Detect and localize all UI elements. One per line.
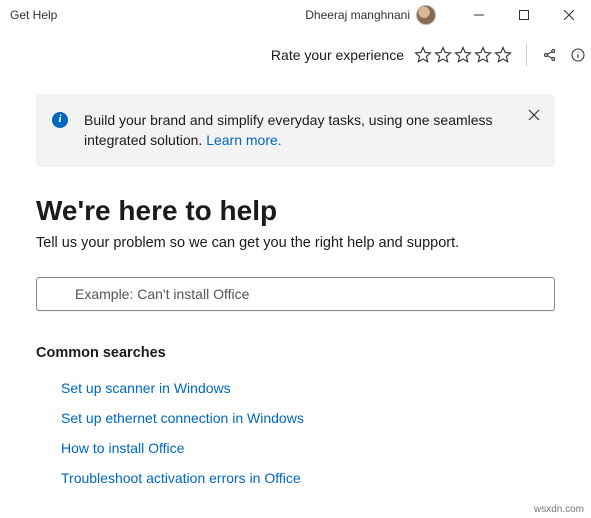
common-search-item[interactable]: How to install Office	[36, 433, 555, 463]
watermark: wsxdn.com	[531, 503, 587, 516]
banner-text: Build your brand and simplify everyday t…	[84, 112, 493, 148]
divider	[526, 44, 527, 66]
search-input[interactable]	[73, 285, 544, 303]
common-searches-title: Common searches	[36, 345, 555, 361]
star-icon[interactable]	[474, 46, 492, 64]
page-content: i Build your brand and simplify everyday…	[0, 94, 591, 493]
app-title: Get Help	[10, 8, 57, 22]
search-icon	[36, 379, 51, 397]
promo-banner: i Build your brand and simplify everyday…	[36, 94, 555, 167]
common-search-label: Set up ethernet connection in Windows	[61, 410, 304, 426]
star-icon[interactable]	[434, 46, 452, 64]
avatar	[416, 5, 436, 25]
share-icon[interactable]	[541, 47, 559, 63]
common-search-item[interactable]: Set up scanner in Windows	[36, 373, 555, 403]
user-account[interactable]: Dheeraj manghnani	[305, 5, 436, 25]
search-icon	[36, 439, 51, 457]
common-searches-list: Set up scanner in Windows Set up etherne…	[36, 373, 555, 493]
maximize-button[interactable]	[501, 0, 546, 30]
banner-close-button[interactable]	[525, 106, 543, 124]
window-controls	[456, 0, 591, 30]
minimize-button[interactable]	[456, 0, 501, 30]
star-icon[interactable]	[414, 46, 432, 64]
close-button[interactable]	[546, 0, 591, 30]
search-box[interactable]	[36, 277, 555, 311]
user-name: Dheeraj manghnani	[305, 8, 410, 22]
learn-more-link[interactable]: Learn more.	[206, 132, 281, 148]
rating-stars[interactable]	[414, 46, 512, 64]
page-headline: We're here to help	[36, 195, 555, 227]
star-icon[interactable]	[494, 46, 512, 64]
page-subhead: Tell us your problem so we can get you t…	[36, 235, 555, 251]
search-icon	[36, 409, 51, 427]
search-icon	[36, 469, 51, 487]
common-search-label: How to install Office	[61, 440, 184, 456]
title-bar: Get Help Dheeraj manghnani	[0, 0, 591, 30]
rate-label: Rate your experience	[271, 47, 404, 63]
common-search-item[interactable]: Troubleshoot activation errors in Office	[36, 463, 555, 493]
common-search-item[interactable]: Set up ethernet connection in Windows	[36, 403, 555, 433]
info-badge-icon: i	[52, 112, 68, 128]
search-icon	[47, 286, 63, 302]
common-search-label: Set up scanner in Windows	[61, 380, 231, 396]
rating-toolbar: Rate your experience	[0, 30, 591, 76]
common-search-label: Troubleshoot activation errors in Office	[61, 470, 301, 486]
info-icon[interactable]	[569, 47, 587, 63]
star-icon[interactable]	[454, 46, 472, 64]
